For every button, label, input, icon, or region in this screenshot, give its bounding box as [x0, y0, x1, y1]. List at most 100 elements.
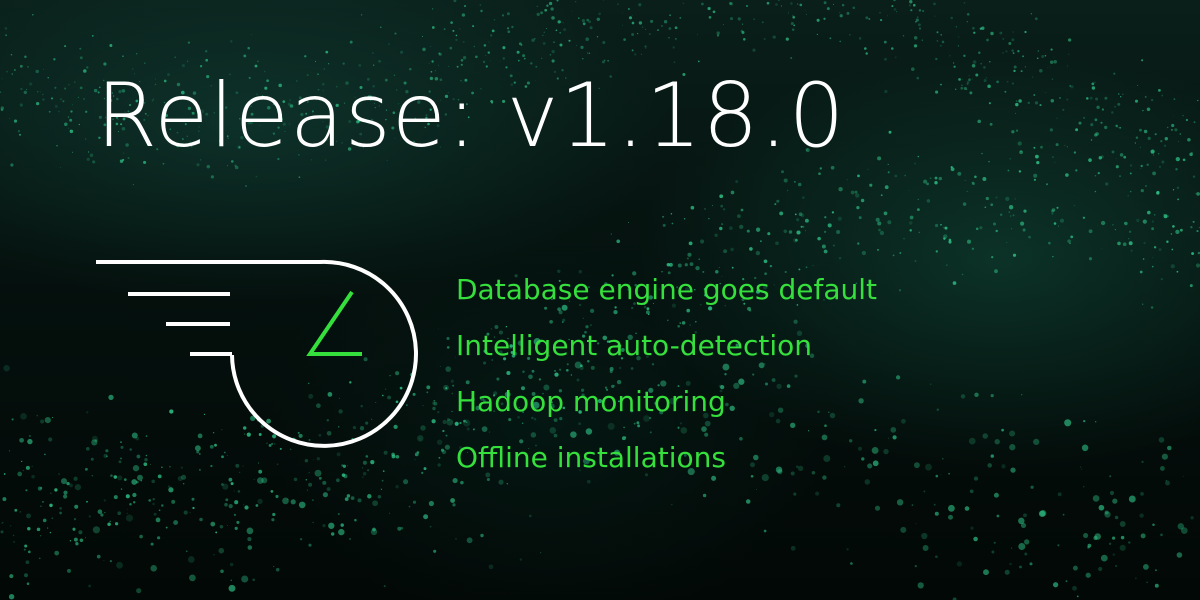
- particle-dot: [88, 584, 91, 588]
- particle-dot: [1052, 255, 1054, 258]
- particle-dot: [669, 14, 672, 17]
- particle-dot: [1112, 223, 1114, 226]
- particle-dot: [1142, 563, 1149, 570]
- particle-dot: [1090, 139, 1093, 141]
- particle-dot: [1109, 490, 1115, 496]
- particle-dot: [783, 178, 788, 183]
- particle-dot: [988, 102, 991, 105]
- particle-dot: [230, 482, 234, 486]
- particle-dot: [711, 204, 713, 206]
- particle-dot: [631, 33, 635, 36]
- particle-dot: [1192, 220, 1195, 223]
- particle-dot: [792, 15, 796, 19]
- release-banner: Release: v1.18.0 Database engine goes de…: [0, 0, 1200, 600]
- particle-dot: [918, 27, 922, 30]
- particle-dot: [1150, 306, 1154, 309]
- particle-dot: [796, 230, 801, 235]
- particle-dot: [972, 60, 977, 64]
- particle-dot: [737, 214, 741, 219]
- particle-dot: [1141, 59, 1144, 62]
- particle-dot: [19, 64, 23, 68]
- particle-dot: [433, 401, 438, 406]
- particle-dot: [67, 116, 70, 118]
- particle-dot: [974, 392, 979, 398]
- particle-dot: [902, 35, 905, 37]
- particle-dot: [918, 23, 921, 27]
- particle-dot: [930, 383, 932, 385]
- particle-dot: [475, 55, 478, 59]
- particle-dot: [39, 557, 41, 560]
- particle-dot: [1069, 242, 1071, 245]
- particle-dot: [800, 225, 803, 228]
- particle-dot: [1014, 198, 1017, 200]
- particle-dot: [10, 53, 13, 56]
- particle-dot: [767, 232, 771, 236]
- particle-dot: [935, 474, 939, 478]
- particle-dot: [395, 455, 400, 459]
- particle-dot: [801, 196, 805, 200]
- particle-dot: [92, 526, 100, 534]
- particle-dot: [9, 525, 12, 527]
- particle-dot: [1190, 226, 1193, 229]
- particle-dot: [59, 166, 62, 169]
- particle-dot: [617, 3, 619, 5]
- particle-dot: [27, 526, 31, 531]
- particle-dot: [1136, 218, 1140, 223]
- particle-dot: [1049, 128, 1053, 132]
- particle-dot: [354, 518, 357, 522]
- particle-dot: [806, 13, 807, 15]
- particle-dot: [846, 11, 850, 15]
- particle-dot: [1004, 569, 1010, 575]
- particle-dot: [794, 181, 796, 183]
- particle-dot: [451, 392, 454, 395]
- particle-dot: [74, 504, 79, 509]
- particle-dot: [148, 499, 152, 502]
- particle-dot: [1135, 136, 1139, 139]
- particle-dot: [966, 21, 968, 23]
- particle-dot: [472, 25, 475, 28]
- particle-dot: [1115, 158, 1117, 160]
- particle-dot: [992, 222, 997, 226]
- particle-dot: [29, 82, 33, 86]
- particle-dot: [979, 226, 983, 230]
- particle-dot: [26, 88, 27, 90]
- particle-dot: [887, 220, 892, 225]
- particle-dot: [947, 504, 955, 512]
- particle-dot: [856, 205, 860, 210]
- particle-dot: [213, 554, 215, 556]
- particle-dot: [442, 419, 447, 425]
- particle-dot: [836, 503, 841, 508]
- particle-dot: [74, 484, 82, 491]
- particle-dot: [1158, 248, 1162, 252]
- particle-dot: [237, 490, 241, 493]
- particle-dot: [502, 46, 506, 50]
- particle-dot: [1117, 127, 1119, 129]
- particle-dot: [1067, 38, 1072, 42]
- particle-dot: [993, 541, 996, 544]
- particle-dot: [540, 552, 542, 554]
- particle-dot: [933, 2, 936, 6]
- particle-dot: [917, 155, 919, 158]
- particle-dot: [623, 38, 626, 41]
- particle-dot: [805, 10, 806, 12]
- particle-dot: [970, 526, 974, 530]
- particle-dot: [54, 104, 58, 108]
- particle-dot: [391, 454, 396, 459]
- particle-dot: [1172, 225, 1175, 228]
- particle-dot: [1012, 214, 1015, 217]
- particle-dot: [482, 60, 486, 64]
- particle-dot: [1190, 516, 1194, 520]
- particle-dot: [3, 473, 6, 475]
- particle-dot: [423, 514, 429, 520]
- particle-dot: [988, 160, 990, 163]
- particle-dot: [745, 4, 749, 8]
- feature-list: Database engine goes default Intelligent…: [456, 262, 877, 486]
- particle-dot: [908, 190, 910, 191]
- particle-dot: [522, 54, 526, 58]
- particle-dot: [935, 57, 938, 61]
- particle-dot: [585, 37, 589, 41]
- particle-dot: [571, 10, 573, 12]
- particle-dot: [110, 474, 113, 477]
- particle-dot: [169, 465, 171, 468]
- particle-dot: [1105, 182, 1109, 186]
